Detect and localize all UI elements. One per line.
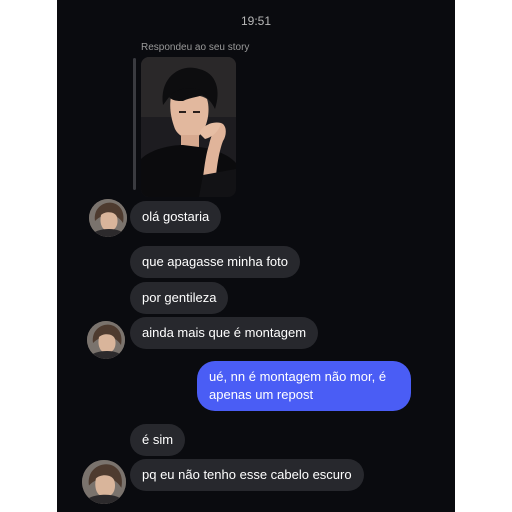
avatar[interactable] xyxy=(87,321,125,359)
avatar-photo xyxy=(87,321,125,359)
avatar[interactable] xyxy=(82,460,126,504)
message-bubble-received[interactable]: é sim xyxy=(130,424,186,456)
message-bubble-sent[interactable]: ué, nn é montagem não mor, é apenas um r… xyxy=(197,361,411,411)
message-bubble-received[interactable]: por gentileza xyxy=(130,282,229,314)
message-bubble-received[interactable]: que apagasse minha foto xyxy=(130,246,300,278)
message-timestamp: 19:51 xyxy=(240,14,272,28)
avatar-photo xyxy=(89,199,127,237)
message-bubble-received[interactable]: pq eu não tenho esse cabelo escuro xyxy=(130,459,364,491)
message-bubble-received[interactable]: ainda mais que é montagem xyxy=(130,317,319,349)
story-reply-bar xyxy=(133,58,136,190)
avatar[interactable] xyxy=(89,199,127,237)
chat-screen: 19:51 Respondeu ao seu story olá gostari… xyxy=(57,0,455,512)
message-bubble-received[interactable]: olá gostaria xyxy=(130,201,222,233)
avatar-photo xyxy=(82,460,126,504)
story-thumbnail[interactable] xyxy=(141,57,236,197)
story-reply-label: Respondeu ao seu story xyxy=(141,42,250,53)
story-photo xyxy=(141,57,236,197)
